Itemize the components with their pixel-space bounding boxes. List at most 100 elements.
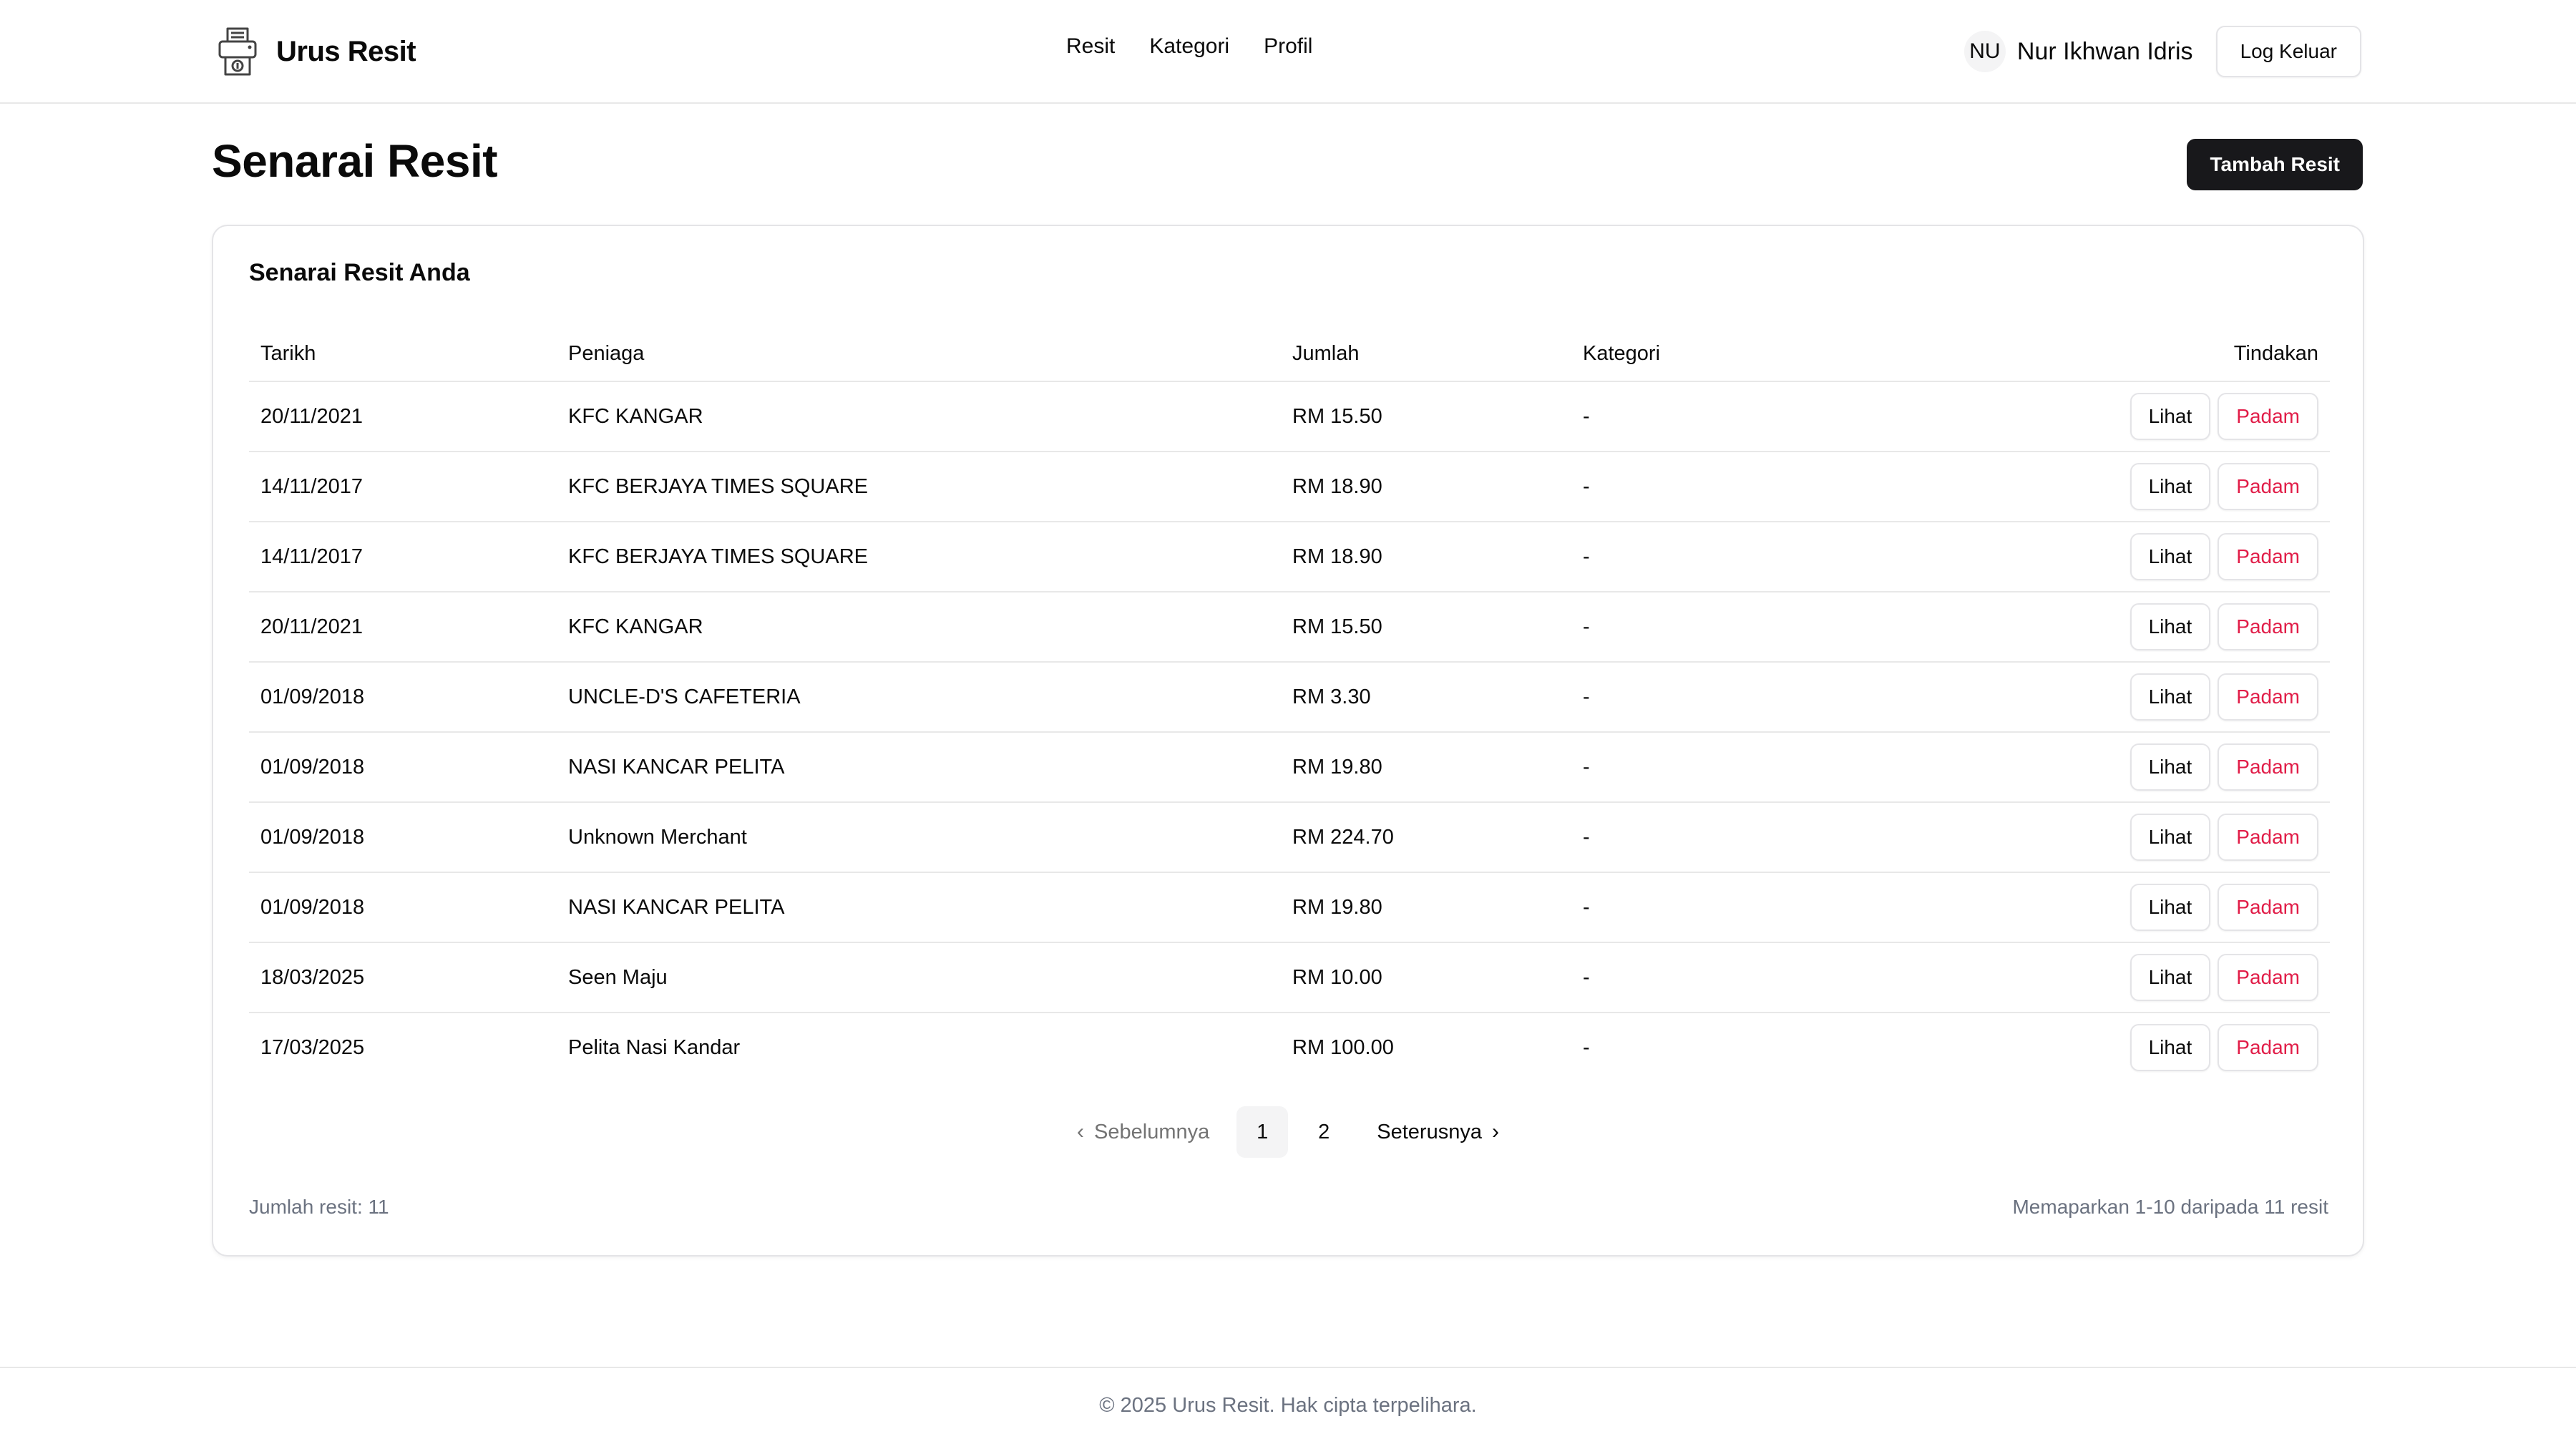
user-name: Nur Ikhwan Idris [2016, 37, 2193, 65]
next-page-button[interactable]: Seterusnya › [1360, 1106, 1516, 1158]
view-button[interactable]: Lihat [2129, 884, 2211, 931]
delete-button[interactable]: Padam [2218, 393, 2318, 440]
nav-profil[interactable]: Profil [1264, 34, 1312, 59]
cell-actions: Lihat Padam [1995, 872, 2330, 943]
cell-actions: Lihat Padam [1995, 662, 2330, 733]
receipt-list-card: Senarai Resit Anda Tarikh Peniaga Jumlah… [212, 225, 2364, 1257]
nav-resit[interactable]: Resit [1066, 34, 1115, 59]
cell-date: 20/11/2021 [249, 381, 557, 452]
page-button-1[interactable]: 1 [1236, 1106, 1289, 1158]
table-row: 01/09/2018 UNCLE-D'S CAFETERIA RM 3.30- Lih… [249, 662, 2330, 733]
cell-merchant: KFC KANGAR [557, 381, 1281, 452]
cell-actions: Lihat Padam [1995, 381, 2330, 452]
main-nav: Resit Kategori Profil [1066, 34, 1312, 59]
cell-date: 01/09/2018 [249, 802, 557, 873]
app-name: Urus Resit [276, 35, 416, 67]
view-button[interactable]: Lihat [2129, 463, 2211, 510]
cell-actions: Lihat Padam [1995, 522, 2330, 592]
cell-date: 20/11/2021 [249, 592, 557, 663]
cell-actions: Lihat Padam [1995, 1013, 2330, 1082]
cell-amount: RM 10.00 [1281, 942, 1571, 1013]
previous-label: Sebelumnya [1094, 1120, 1210, 1143]
top-header: Urus Resit Resit Kategori Profil NU Nur … [0, 0, 2576, 104]
cell-category: - [1571, 452, 1995, 522]
column-header-date: Tarikh [249, 326, 557, 382]
table-row: 17/03/2025 Pelita Nasi Kandar RM 100.00 - Li… [249, 1013, 2330, 1082]
delete-button[interactable]: Padam [2218, 884, 2318, 931]
page-button-2[interactable]: 2 [1298, 1106, 1350, 1158]
user-menu: NU Nur Ikhwan Idris Log Keluar [1963, 26, 2361, 77]
showing-range: Memaparkan 1-10 daripada 11 resit [2012, 1196, 2328, 1218]
cell-category: - [1571, 802, 1995, 873]
cell-date: 14/11/2017 [249, 522, 557, 592]
cell-actions: Lihat Padam [1995, 802, 2330, 873]
cell-merchant: KFC BERJAYA TIMES SQUARE [557, 452, 1281, 522]
cell-merchant: KFC KANGAR [557, 592, 1281, 663]
copyright-text: © 2025 Urus Resit. Hak cipta terpelihara… [1099, 1394, 1477, 1417]
cell-merchant: NASI KANCAR PELITA [557, 732, 1281, 803]
pagination: ‹ Sebelumnya 1 2 Seterusnya › [213, 1106, 2363, 1158]
avatar[interactable]: NU [1963, 31, 2006, 72]
table-row: 14/11/2017 KFC BERJAYA TIMES SQUARE RM 18.… [249, 452, 2330, 522]
table-body: 20/11/2021 KFC KANGAR RM 15.50- Lihat Padam 1… [249, 381, 2330, 1082]
table-row: 01/09/2018 Unknown Merchant RM 224.70- Liha… [249, 802, 2330, 873]
cell-amount: RM 18.90 [1281, 452, 1571, 522]
add-receipt-button[interactable]: Tambah Resit [2187, 139, 2363, 190]
column-header-merchant: Peniaga [557, 326, 1281, 382]
delete-button[interactable]: Padam [2218, 533, 2318, 580]
view-button[interactable]: Lihat [2129, 1024, 2211, 1071]
view-button[interactable]: Lihat [2129, 673, 2211, 721]
nav-kategori[interactable]: Kategori [1149, 34, 1229, 59]
delete-button[interactable]: Padam [2218, 743, 2318, 791]
cell-merchant: Unknown Merchant [557, 802, 1281, 873]
cell-category: - [1571, 942, 1995, 1013]
delete-button[interactable]: Padam [2218, 1024, 2318, 1071]
table-header-row: Tarikh Peniaga Jumlah Kategori Tindakan [249, 326, 2330, 382]
column-header-category: Kategori [1571, 326, 1995, 382]
cell-amount: RM 100.00 [1292, 1035, 1394, 1059]
cell-merchant: NASI KANCAR PELITA [557, 872, 1281, 943]
cell-actions: Lihat Padam [1995, 732, 2330, 803]
column-header-amount: Jumlah [1281, 326, 1571, 382]
cell-actions: Lihat Padam [1995, 942, 2330, 1013]
cell-amount: RM 19.80 [1281, 732, 1571, 803]
cell-amount: RM 3.30 [1281, 662, 1571, 733]
view-button[interactable]: Lihat [2129, 603, 2211, 650]
cell-merchant: Seen Maju [557, 942, 1281, 1013]
view-button[interactable]: Lihat [2129, 533, 2211, 580]
delete-button[interactable]: Padam [2218, 673, 2318, 721]
view-button[interactable]: Lihat [2129, 954, 2211, 1001]
cell-amount: RM 18.90 [1281, 522, 1571, 592]
cell-actions: Lihat Padam [1995, 452, 2330, 522]
view-button[interactable]: Lihat [2129, 814, 2211, 861]
delete-button[interactable]: Padam [2218, 463, 2318, 510]
delete-button[interactable]: Padam [2218, 814, 2318, 861]
logout-button[interactable]: Log Keluar [2215, 26, 2361, 77]
cell-date: 17/03/2025 [260, 1035, 365, 1059]
previous-page-button[interactable]: ‹ Sebelumnya [1060, 1106, 1226, 1158]
view-button[interactable]: Lihat [2129, 743, 2211, 791]
cell-category: - [1571, 732, 1995, 803]
cell-merchant: KFC BERJAYA TIMES SQUARE [557, 522, 1281, 592]
table-row: 14/11/2017 KFC BERJAYA TIMES SQUARE RM 18.… [249, 522, 2330, 592]
table-row: 01/09/2018 NASI KANCAR PELITA RM 19.80- Lih… [249, 732, 2330, 803]
cell-actions: Lihat Padam [1995, 592, 2330, 663]
brand[interactable]: Urus Resit [215, 24, 416, 79]
table-row: 01/09/2018 NASI KANCAR PELITA RM 19.80- Lih… [249, 872, 2330, 943]
cell-date: 14/11/2017 [249, 452, 557, 522]
cell-category: - [1571, 381, 1995, 452]
column-header-actions: Tindakan [1995, 326, 2330, 382]
chevron-right-icon: › [1491, 1120, 1499, 1143]
delete-button[interactable]: Padam [2218, 603, 2318, 650]
cell-amount: RM 224.70 [1281, 802, 1571, 873]
view-button[interactable]: Lihat [2129, 393, 2211, 440]
cell-date: 01/09/2018 [249, 732, 557, 803]
cell-category: - [1571, 872, 1995, 943]
cell-merchant: UNCLE-D'S CAFETERIA [557, 662, 1281, 733]
delete-button[interactable]: Padam [2218, 954, 2318, 1001]
chevron-left-icon: ‹ [1077, 1120, 1085, 1143]
cell-date: 01/09/2018 [249, 872, 557, 943]
cell-amount: RM 15.50 [1281, 381, 1571, 452]
table-row: 20/11/2021 KFC KANGAR RM 15.50- Lihat Padam [249, 592, 2330, 663]
cell-category: - [1583, 1035, 1590, 1059]
